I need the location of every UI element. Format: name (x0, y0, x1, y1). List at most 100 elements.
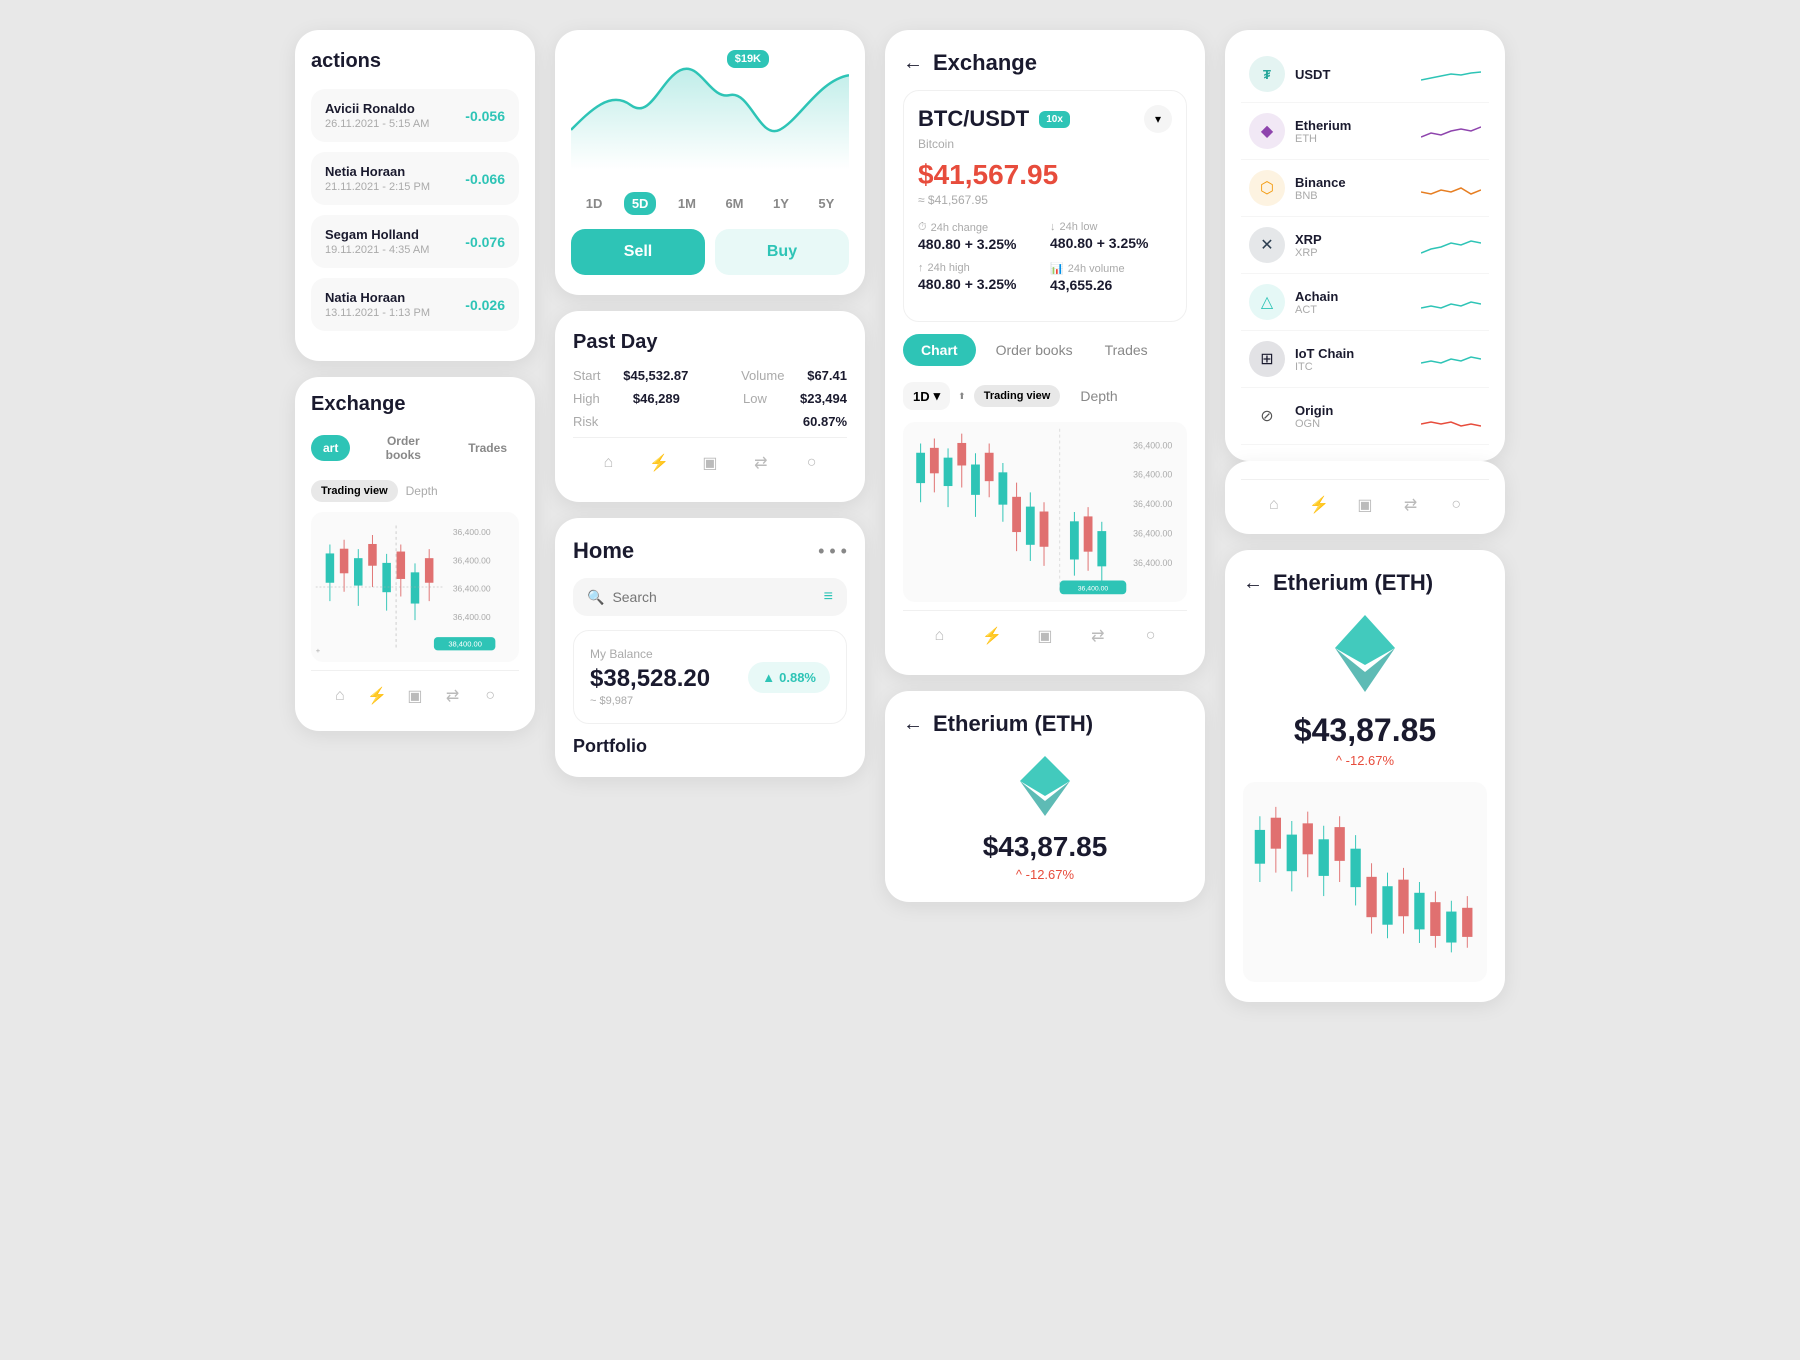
profile-nav-crypto[interactable]: ○ (1445, 494, 1467, 516)
tab-chart-active[interactable]: Chart (903, 334, 976, 366)
wallet-nav-exchange[interactable]: ▣ (1034, 625, 1056, 647)
crypto-symbol: BNB (1295, 190, 1411, 202)
transfer-nav-icon-chart[interactable]: ⇄ (750, 452, 772, 474)
crypto-list-item[interactable]: ✕ XRP XRP (1241, 217, 1489, 274)
price-badge: $19K (727, 50, 769, 68)
svg-text:36,400.00: 36,400.00 (453, 612, 491, 622)
transfer-nav-crypto[interactable]: ⇄ (1400, 494, 1422, 516)
profile-nav-exchange[interactable]: ○ (1140, 625, 1162, 647)
profile-nav-icon-small[interactable]: ○ (479, 685, 501, 707)
home-nav-crypto[interactable]: ⌂ (1263, 494, 1285, 516)
txn-value: -0.066 (465, 171, 505, 187)
stats-grid: ⏱ 24h change 480.80 + 3.25% ↓ 24h low 48… (918, 221, 1172, 293)
risk-value: 60.87% (803, 414, 847, 429)
stat-24h-volume-value: 43,655.26 (1050, 277, 1172, 293)
crypto-name: IoT Chain (1295, 346, 1411, 361)
tab-trades-main[interactable]: Trades (1093, 334, 1160, 366)
back-btn-eth-mid[interactable]: ← (903, 713, 923, 736)
pair-info-card: BTC/USDT 10x ▾ Bitcoin $41,567.95 ≈ $41,… (903, 90, 1187, 322)
leverage-badge: 10x (1039, 111, 1070, 128)
back-button-exchange[interactable]: ← (903, 52, 923, 75)
stat-24h-high-value: 480.80 + 3.25% (918, 276, 1040, 292)
crypto-symbol: ITC (1295, 361, 1411, 373)
trading-view-main[interactable]: Trading view (974, 385, 1061, 407)
tab-art[interactable]: art (311, 435, 350, 461)
tab-trades-small[interactable]: Trades (456, 435, 519, 461)
small-candlestick-svg: 36,400.00 36,400.00 36,400.00 36,400.00 … (311, 512, 519, 662)
stat-24h-high-label: ↑ 24h high (918, 262, 1040, 274)
transaction-item[interactable]: Netia Horaan 21.11.2021 - 2:15 PM -0.066 (311, 152, 519, 205)
main-candlestick-svg: 36,400.00 36,400.00 36,400.00 36,400.00 … (903, 422, 1187, 602)
flash-nav-crypto[interactable]: ⚡ (1308, 494, 1330, 516)
time-1y[interactable]: 1Y (765, 192, 797, 215)
crypto-list-item[interactable]: ⊞ IoT Chain ITC (1241, 331, 1489, 388)
start-value: $45,532.87 (623, 368, 688, 383)
home-nav-exchange[interactable]: ⌂ (928, 625, 950, 647)
transfer-nav-icon-small[interactable]: ⇄ (442, 685, 464, 707)
depth-btn-small[interactable]: Depth (406, 484, 438, 498)
pair-price-sub: ≈ $41,567.95 (918, 193, 1172, 207)
back-btn-eth-detail[interactable]: ← (1243, 572, 1263, 595)
exchange-card-small: Exchange art Order books Trades Trading … (295, 377, 535, 731)
transaction-item[interactable]: Segam Holland 19.11.2021 - 4:35 AM -0.07… (311, 215, 519, 268)
flash-nav-icon-chart[interactable]: ⚡ (648, 452, 670, 474)
sell-buy-row: Sell Buy (571, 229, 849, 275)
subtabs-small: Trading view Depth (311, 480, 519, 502)
crypto-item-usdt[interactable]: ₮ USDT (1241, 46, 1489, 103)
period-select[interactable]: 1D ▾ (903, 382, 950, 410)
crypto-icon: ⊞ (1249, 341, 1285, 377)
wallet-nav-crypto[interactable]: ▣ (1354, 494, 1376, 516)
crypto-list-item[interactable]: ◆ Etherium ETH (1241, 103, 1489, 160)
transactions-title: actions (311, 50, 519, 73)
time-1m[interactable]: 1M (670, 192, 704, 215)
sell-button[interactable]: Sell (571, 229, 705, 275)
transaction-item[interactable]: Avicii Ronaldo 26.11.2021 - 5:15 AM -0.0… (311, 89, 519, 142)
flash-nav-icon-small[interactable]: ⚡ (366, 685, 388, 707)
svg-text:36,400.00: 36,400.00 (453, 584, 491, 594)
depth-main[interactable]: Depth (1068, 380, 1129, 412)
eth-mid-price: $43,87.85 (903, 831, 1187, 863)
home-nav-icon-chart[interactable]: ⌂ (597, 452, 619, 474)
crypto-list-item[interactable]: ⊘ Origin OGN (1241, 388, 1489, 445)
more-button[interactable]: • • • (818, 541, 847, 562)
transaction-item[interactable]: Natia Horaan 13.11.2021 - 1:13 PM -0.026 (311, 278, 519, 331)
filter-icon[interactable]: ≡ (824, 588, 833, 606)
wallet-nav-icon-small[interactable]: ▣ (404, 685, 426, 707)
expand-icon[interactable]: ⬆ (958, 391, 966, 402)
tab-order-books-small[interactable]: Order books (358, 428, 448, 468)
high-row: High $46,289 Low $23,494 (573, 391, 847, 406)
trading-view-btn-small[interactable]: Trading view (311, 480, 398, 502)
crypto-list-card: ₮ USDT ◆ Etherium ETH ⬡ (1225, 30, 1505, 461)
flash-nav-exchange[interactable]: ⚡ (981, 625, 1003, 647)
pair-row: BTC/USDT 10x ▾ (918, 105, 1172, 133)
eth-detail-chart (1243, 782, 1487, 982)
crypto-list-item[interactable]: ⬡ Binance BNB (1241, 160, 1489, 217)
home-nav-icon-small[interactable]: ⌂ (329, 685, 351, 707)
tab-order-books-main[interactable]: Order books (984, 334, 1085, 366)
txn-value: -0.056 (465, 108, 505, 124)
profile-nav-icon-chart[interactable]: ○ (801, 452, 823, 474)
crypto-info: Binance BNB (1295, 175, 1411, 202)
search-box[interactable]: 🔍 ≡ (573, 578, 847, 616)
crypto-list-item[interactable]: △ Achain ACT (1241, 274, 1489, 331)
eth-diamond-mid (1010, 751, 1080, 821)
time-5d[interactable]: 5D (624, 192, 657, 215)
time-1d[interactable]: 1D (578, 192, 611, 215)
time-5y[interactable]: 5Y (810, 192, 842, 215)
search-input[interactable] (612, 589, 815, 605)
crypto-icon: ✕ (1249, 227, 1285, 263)
home-card: Home • • • 🔍 ≡ My Balance $38,528.20 ~ $… (555, 518, 865, 777)
eth-detail-title: Etherium (ETH) (1273, 570, 1433, 596)
crypto-symbol: ETH (1295, 133, 1411, 145)
up-arrow-stat-icon: ↑ (918, 262, 924, 274)
crypto-name: Achain (1295, 289, 1411, 304)
stat-24h-change: ⏱ 24h change 480.80 + 3.25% (918, 221, 1040, 252)
transfer-nav-exchange[interactable]: ⇄ (1087, 625, 1109, 647)
bottom-nav-chart: ⌂ ⚡ ▣ ⇄ ○ (573, 437, 847, 482)
buy-button[interactable]: Buy (715, 229, 849, 275)
balance-sub: ~ $9,987 (590, 695, 710, 707)
time-6m[interactable]: 6M (717, 192, 751, 215)
dropdown-icon[interactable]: ▾ (1144, 105, 1172, 133)
stat-24h-low-value: 480.80 + 3.25% (1050, 235, 1172, 251)
wallet-nav-icon-chart[interactable]: ▣ (699, 452, 721, 474)
